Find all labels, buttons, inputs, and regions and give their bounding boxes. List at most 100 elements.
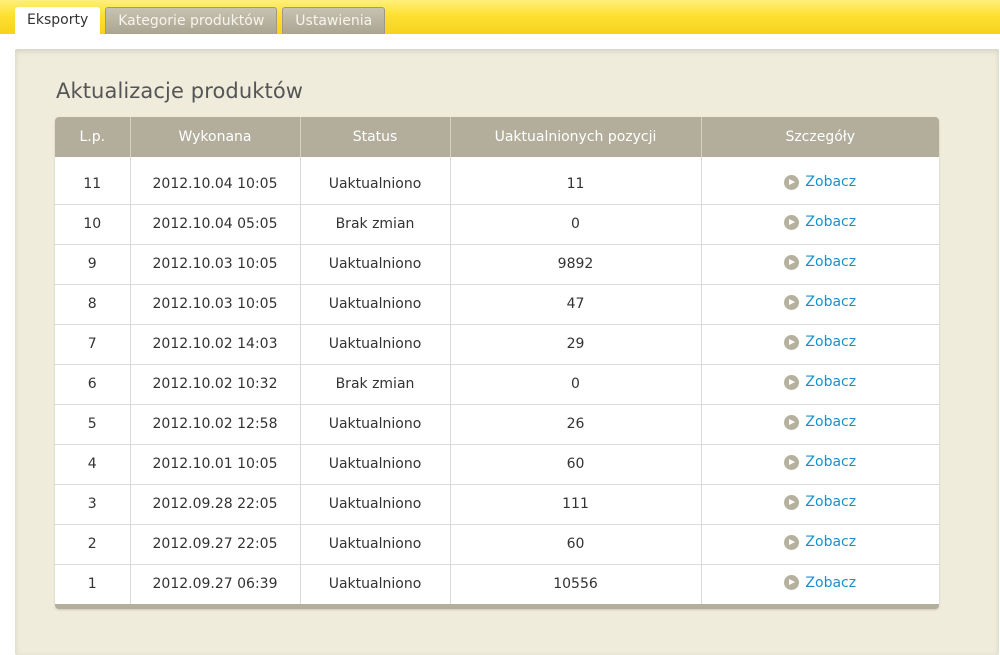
cell-count: 47 (450, 283, 702, 324)
cell-details: Zobacz (701, 483, 939, 524)
cell-date: 2012.10.02 10:32 (130, 363, 301, 404)
cell-count: 9892 (450, 243, 702, 284)
cell-status: Uaktualniono (300, 157, 451, 204)
cell-date: 2012.10.04 10:05 (130, 157, 301, 204)
details-link[interactable]: Zobacz (784, 214, 856, 230)
arrow-right-circle-icon (784, 534, 800, 550)
table-row: 3 2012.09.28 22:05 Uaktualniono 111 Zobacz (55, 483, 939, 524)
table-row: 5 2012.10.02 12:58 Uaktualniono 26 Zobacz (55, 403, 939, 444)
arrow-right-circle-icon (784, 374, 800, 390)
cell-lp: 3 (55, 483, 131, 524)
cell-details: Zobacz (701, 443, 939, 484)
details-link[interactable]: Zobacz (784, 294, 856, 310)
details-link[interactable]: Zobacz (784, 454, 856, 470)
cell-status: Brak zmian (300, 363, 451, 404)
table-row: 6 2012.10.02 10:32 Brak zmian 0 Zobacz (55, 363, 939, 404)
cell-date: 2012.09.28 22:05 (130, 483, 301, 524)
tab-bar: Eksporty Kategorie produktów Ustawienia (15, 7, 386, 34)
cell-details: Zobacz (701, 563, 939, 604)
cell-date: 2012.10.02 14:03 (130, 323, 301, 364)
table-row: 10 2012.10.04 05:05 Brak zmian 0 Zobacz (55, 203, 939, 244)
cell-lp: 1 (55, 563, 131, 604)
cell-date: 2012.10.03 10:05 (130, 243, 301, 284)
arrow-right-circle-icon (784, 414, 800, 430)
column-header-count: Uaktualnionych pozycji (450, 117, 702, 157)
cell-lp: 11 (55, 157, 131, 204)
arrow-right-circle-icon (784, 214, 800, 230)
arrow-right-circle-icon (784, 334, 800, 350)
cell-date: 2012.09.27 06:39 (130, 563, 301, 604)
table-row: 8 2012.10.03 10:05 Uaktualniono 47 Zobacz (55, 283, 939, 324)
table-row: 9 2012.10.03 10:05 Uaktualniono 9892 Zobacz (55, 243, 939, 284)
cell-date: 2012.10.02 12:58 (130, 403, 301, 444)
details-link-label: Zobacz (805, 374, 857, 391)
arrow-right-circle-icon (784, 575, 800, 590)
details-link-label: Zobacz (805, 254, 857, 271)
details-link[interactable]: Zobacz (784, 494, 856, 510)
cell-lp: 7 (55, 323, 131, 364)
details-link-label: Zobacz (805, 294, 857, 311)
cell-count: 10556 (450, 563, 702, 604)
cell-count: 11 (450, 157, 702, 204)
column-header-wykonana: Wykonana (130, 117, 301, 157)
column-header-details: Szczegóły (701, 117, 939, 157)
arrow-right-circle-icon (784, 494, 800, 510)
table-body: 11 2012.10.04 10:05 Uaktualniono 11 Zobacz 10… (55, 157, 939, 604)
details-link[interactable]: Zobacz (784, 174, 856, 190)
cell-count: 111 (450, 483, 702, 524)
cell-lp: 8 (55, 283, 131, 324)
details-link-label: Zobacz (805, 174, 857, 190)
details-link-label: Zobacz (805, 454, 857, 471)
cell-count: 0 (450, 363, 702, 404)
cell-count: 26 (450, 403, 702, 444)
cell-details: Zobacz (701, 523, 939, 564)
details-link[interactable]: Zobacz (784, 254, 856, 270)
cell-status: Uaktualniono (300, 403, 451, 444)
cell-status: Uaktualniono (300, 483, 451, 524)
table-header-row: L.p. Wykonana Status Uaktualnionych pozy… (55, 117, 939, 157)
tab-eksporty[interactable]: Eksporty (15, 7, 101, 34)
cell-date: 2012.10.03 10:05 (130, 283, 301, 324)
cell-date: 2012.09.27 22:05 (130, 523, 301, 564)
cell-status: Uaktualniono (300, 323, 451, 364)
page-title: Aktualizacje produktów (56, 79, 304, 103)
arrow-right-circle-icon (784, 454, 800, 470)
cell-count: 60 (450, 523, 702, 564)
arrow-right-circle-icon (784, 294, 800, 310)
tab-ustawienia[interactable]: Ustawienia (282, 7, 386, 34)
table-row: 2 2012.09.27 22:05 Uaktualniono 60 Zobacz (55, 523, 939, 564)
cell-count: 0 (450, 203, 702, 244)
cell-details: Zobacz (701, 403, 939, 444)
cell-status: Uaktualniono (300, 523, 451, 564)
arrow-right-circle-icon (784, 174, 800, 190)
details-link[interactable]: Zobacz (784, 334, 856, 350)
cell-count: 29 (450, 323, 702, 364)
arrow-right-circle-icon (784, 254, 800, 270)
table-row: 4 2012.10.01 10:05 Uaktualniono 60 Zobacz (55, 443, 939, 484)
details-link[interactable]: Zobacz (784, 575, 856, 591)
details-link-label: Zobacz (805, 214, 857, 231)
cell-details: Zobacz (701, 323, 939, 364)
tab-kategorie-produktow[interactable]: Kategorie produktów (105, 7, 278, 34)
cell-status: Uaktualniono (300, 563, 451, 604)
cell-date: 2012.10.01 10:05 (130, 443, 301, 484)
cell-status: Brak zmian (300, 203, 451, 244)
details-link-label: Zobacz (805, 494, 857, 511)
column-header-status: Status (300, 117, 451, 157)
details-link-label: Zobacz (805, 534, 857, 551)
cell-lp: 2 (55, 523, 131, 564)
cell-status: Uaktualniono (300, 443, 451, 484)
cell-lp: 5 (55, 403, 131, 444)
cell-details: Zobacz (701, 203, 939, 244)
details-link[interactable]: Zobacz (784, 374, 856, 390)
cell-date: 2012.10.04 05:05 (130, 203, 301, 244)
details-link-label: Zobacz (805, 414, 857, 431)
cell-status: Uaktualniono (300, 283, 451, 324)
cell-details: Zobacz (701, 157, 939, 204)
details-link-label: Zobacz (805, 574, 857, 591)
details-link[interactable]: Zobacz (784, 534, 856, 550)
details-link-label: Zobacz (805, 334, 857, 351)
cell-details: Zobacz (701, 283, 939, 324)
cell-lp: 9 (55, 243, 131, 284)
details-link[interactable]: Zobacz (784, 414, 856, 430)
